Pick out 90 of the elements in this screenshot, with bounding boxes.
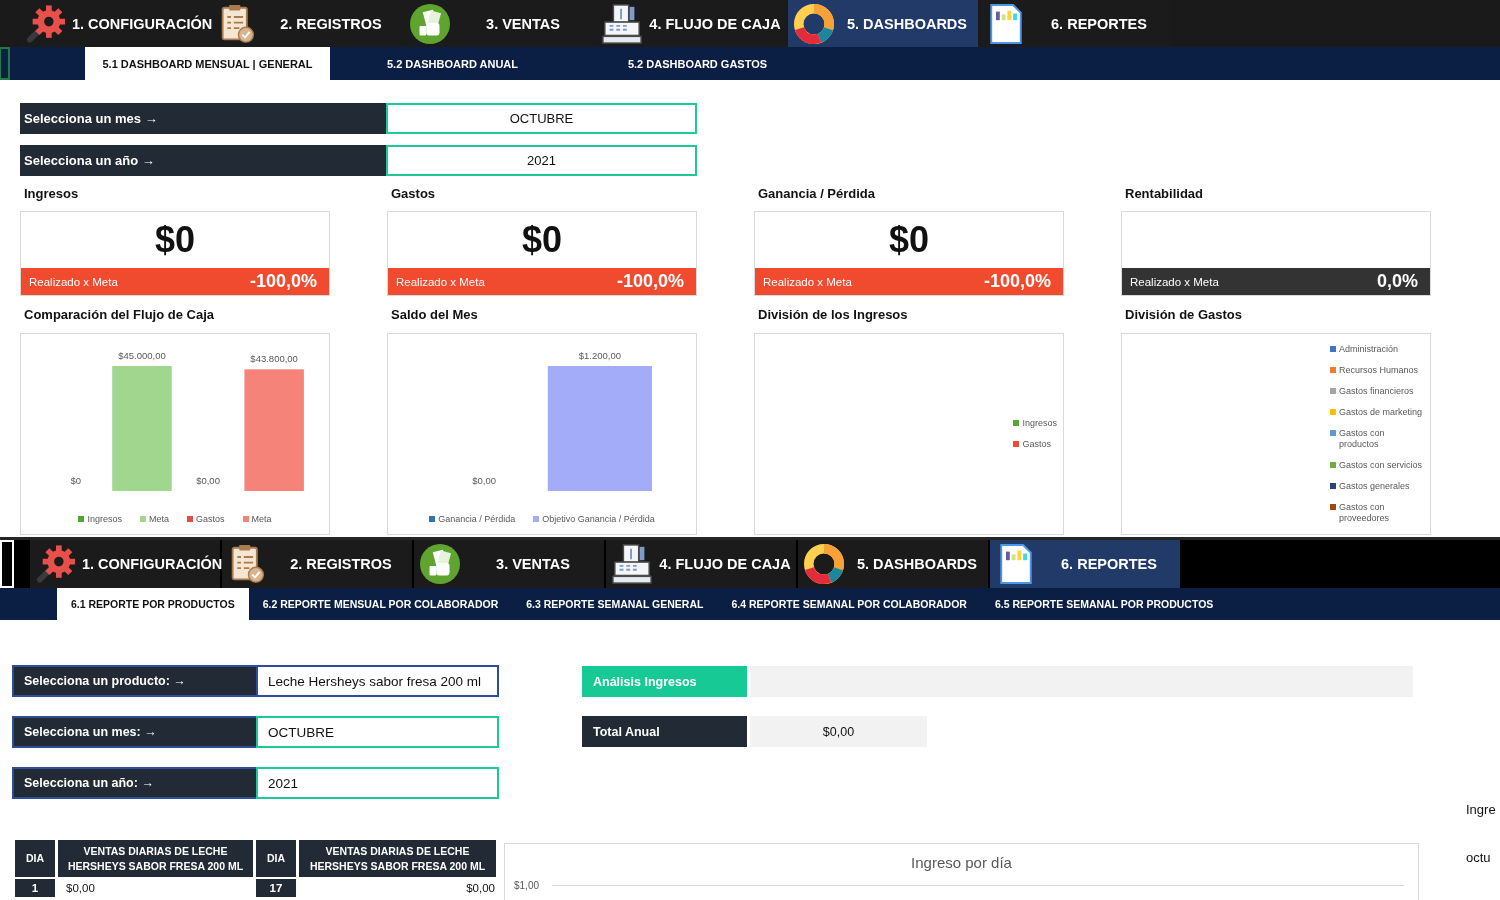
select-field[interactable]: OCTUBRE <box>256 716 499 748</box>
kpi-value: $0 <box>521 222 562 259</box>
field-label: Selecciona un mes → <box>20 103 386 134</box>
table-cell-text: $0,00 <box>465 881 496 896</box>
legend-label: Gastos con proveedores <box>1339 502 1391 524</box>
field-label: Selecciona un año → <box>20 145 386 176</box>
nav-tab[interactable]: 4. FLUJO DE CAJA <box>606 540 796 588</box>
cell-selection-marker <box>0 47 10 80</box>
column-header: VENTAS DIARIAS DE LECHE HERSHEYS SABOR FRESA 200 ML <box>58 840 253 877</box>
legend-label: Gastos <box>1022 439 1051 450</box>
table-cell: 1 <box>15 879 55 897</box>
kpi-title: Rentabilidad <box>1124 185 1204 202</box>
nav-tab[interactable]: 3. VENTAS <box>414 540 604 588</box>
money-hand-icon <box>420 544 460 584</box>
legend-label: Objetivo Ganancia / Pérdida <box>542 513 655 525</box>
donut-chart-icon <box>794 3 834 44</box>
chart-title: División de los Ingresos <box>757 306 909 323</box>
sub-tab[interactable]: 5.2 DASHBOARD GASTOS <box>575 47 820 80</box>
legend-label: Recursos Humanos <box>1339 365 1419 376</box>
sub-tab[interactable]: 5.1 DASHBOARD MENSUAL | GENERAL <box>85 47 330 80</box>
legend-label: Ganancia / Pérdida <box>438 513 516 525</box>
total-label: Total Anual <box>582 716 747 747</box>
nav-tab[interactable]: 5. DASHBOARDS <box>788 0 978 47</box>
kpi-percent: -100,0% <box>249 271 317 293</box>
chart-title: Saldo del Mes <box>390 306 479 323</box>
kpi-value: $0 <box>888 222 929 259</box>
nav-tab[interactable]: 6. REPORTES <box>990 540 1180 588</box>
gear-icon <box>26 3 66 44</box>
legend-label: Meta <box>251 513 272 525</box>
kpi-bar-label: Realizado x Meta <box>396 275 485 288</box>
sub-tab[interactable]: 6.5 REPORTE SEMANAL POR PRODUCTOS <box>980 588 1228 620</box>
value-label: $0 <box>70 475 82 486</box>
value-label: $43.800,00 <box>250 353 298 365</box>
cash-register-icon <box>602 3 642 44</box>
legend-label: Gastos <box>196 513 225 525</box>
legend-label: Gastos de marketing <box>1339 407 1423 418</box>
nav-tab[interactable]: 1. CONFIGURACIÓN <box>30 540 220 588</box>
field-label: Selecciona un producto: → <box>12 665 256 697</box>
kpi-percent: -100,0% <box>616 271 684 293</box>
field-label: Selecciona un año: → <box>12 767 256 799</box>
kpi-bar-label: Realizado x Meta <box>1130 275 1219 288</box>
column-header: DIA <box>15 840 55 877</box>
value-label: $1.200,00 <box>578 350 622 361</box>
select-field[interactable]: 2021 <box>256 767 499 799</box>
field-label: Selecciona un mes: → <box>12 716 256 748</box>
column-header: DIA <box>256 840 296 877</box>
legend-label: Gastos con productos <box>1339 428 1386 450</box>
legend-label: Meta <box>149 513 169 525</box>
donut-chart-icon <box>804 544 844 584</box>
table-cell-text: $0,00 <box>65 881 96 896</box>
legend-label: Gastos generales <box>1339 481 1410 492</box>
kpi-bar-label: Realizado x Meta <box>29 275 118 288</box>
cell-text: octu <box>1466 850 1491 866</box>
nav-tab[interactable]: 2. REGISTROS <box>222 540 412 588</box>
value-label: $0,00 <box>472 475 496 486</box>
kpi-value: $0 <box>154 222 195 259</box>
cash-register-icon <box>612 544 652 584</box>
legend-label: Gastos con servicios <box>1339 460 1423 471</box>
column-header: VENTAS DIARIAS DE LECHE HERSHEYS SABOR FRESA 200 ML <box>299 840 496 877</box>
kpi-title: Ingresos <box>23 185 80 202</box>
kpi-percent: -100,0% <box>983 271 1051 293</box>
gear-icon <box>36 544 76 584</box>
axis-tick-label: $1,00 <box>514 880 540 891</box>
select-field[interactable]: 2021 <box>386 145 697 176</box>
legend-label: Ingresos <box>87 513 122 525</box>
kpi-title: Ganancia / Pérdida <box>757 185 877 202</box>
sub-tab[interactable]: 6.2 REPORTE MENSUAL POR COLABORADOR <box>248 588 513 620</box>
money-hand-icon <box>410 3 450 44</box>
kpi-bar-label: Realizado x Meta <box>763 275 852 288</box>
value-label: $45.000,00 <box>118 350 166 361</box>
legend-label: Ingresos <box>1022 418 1057 429</box>
kpi-percent: 0,0% <box>1376 271 1418 293</box>
cell-text: Ingre <box>1466 802 1496 818</box>
chart-title: Ingreso por día <box>910 853 1013 872</box>
chart-title: División de Gastos <box>1124 306 1244 323</box>
legend-label: Administración <box>1339 344 1399 355</box>
sub-tab[interactable]: 6.4 REPORTE SEMANAL POR COLABORADOR <box>717 588 981 620</box>
section-label: Análisis Ingresos <box>582 666 747 697</box>
value-label: $0,00 <box>196 475 220 486</box>
legend-label: Gastos financieros <box>1339 386 1414 397</box>
sub-tab[interactable]: 6.1 REPORTE POR PRODUCTOS <box>57 588 249 620</box>
select-field[interactable]: Leche Hersheys sabor fresa 200 ml <box>256 665 499 697</box>
chart-title: Comparación del Flujo de Caja <box>23 306 215 323</box>
sub-tab[interactable]: 6.3 REPORTE SEMANAL GENERAL <box>512 588 718 620</box>
kpi-title: Gastos <box>390 185 437 202</box>
total-value: $0,00 <box>750 716 927 747</box>
select-field[interactable]: OCTUBRE <box>386 103 697 134</box>
table-cell: 17 <box>256 879 296 897</box>
nav-tab[interactable]: 5. DASHBOARDS <box>798 540 988 588</box>
sub-tab[interactable]: 5.2 DASHBOARD ANUAL <box>330 47 575 80</box>
